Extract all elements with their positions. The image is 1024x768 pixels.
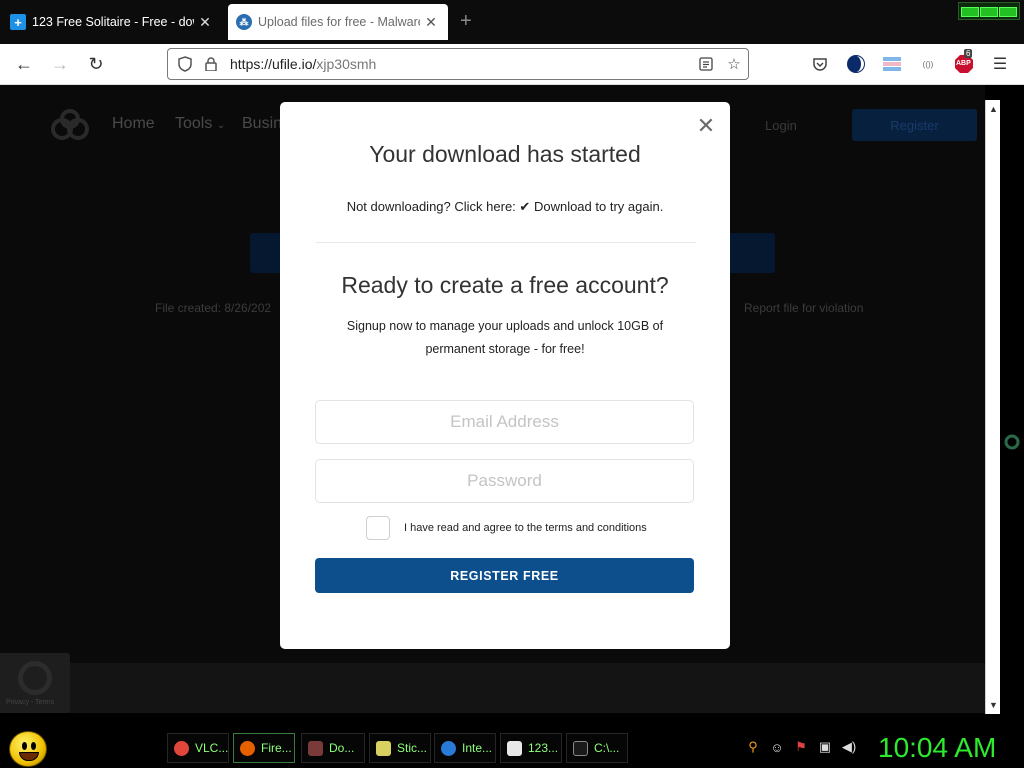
- tab-solitaire[interactable]: + 123 Free Solitaire - Free - downl ✕: [2, 4, 222, 40]
- minimize-icon[interactable]: [961, 7, 979, 17]
- taskbar-item-firefox[interactable]: Fire...: [233, 733, 295, 763]
- firefox-icon: [240, 740, 255, 756]
- ufile-favicon-icon: ⁂: [236, 14, 252, 30]
- taskbar-item-vlc[interactable]: VLC...: [167, 733, 229, 763]
- tab-strip: + 123 Free Solitaire - Free - downl ✕ ⁂ …: [0, 0, 1024, 44]
- divider: [316, 242, 696, 243]
- document-icon: [308, 740, 323, 756]
- taskbar-item-7zip[interactable]: C:\...: [566, 733, 628, 763]
- url-host: https://ufile.io/: [230, 56, 317, 72]
- maximize-icon[interactable]: [980, 7, 998, 17]
- task-label: Fire...: [261, 741, 292, 755]
- download-modal: ✕ Your download has started Not download…: [280, 102, 730, 649]
- task-label: C:\...: [594, 741, 620, 755]
- chevron-down-icon: ⌄: [216, 120, 226, 131]
- taskbar: VLC... Fire... Do... Stic... Inte... 123…: [0, 728, 1024, 768]
- task-label: VLC...: [195, 741, 229, 755]
- tracking-shield-icon[interactable]: [172, 56, 198, 72]
- nav-tools[interactable]: Tools ⌄: [175, 115, 225, 133]
- volume-icon[interactable]: ◀): [840, 738, 858, 756]
- solitaire-favicon-icon: +: [10, 14, 26, 30]
- sticky-notes-icon: [376, 740, 391, 756]
- recaptcha-icon: [18, 661, 52, 695]
- task-label: Do...: [329, 741, 355, 755]
- url-text[interactable]: https://ufile.io/xjp30smh: [224, 56, 692, 72]
- retry-link-label: Download to try again.: [533, 199, 664, 214]
- tab-ufile[interactable]: ⁂ Upload files for free - MalwareB ✕: [228, 4, 448, 40]
- nav-business[interactable]: Busin: [242, 115, 282, 133]
- nav-register-button[interactable]: Register: [852, 109, 977, 141]
- taskbar-item-sticky-notes[interactable]: Stic...: [369, 733, 431, 763]
- close-tab-icon[interactable]: ✕: [198, 14, 212, 31]
- taskbar-item-internet-explorer[interactable]: Inte...: [434, 733, 496, 763]
- task-label: 123...: [528, 741, 559, 755]
- back-icon[interactable]: ←: [12, 52, 36, 76]
- navigation-toolbar: ← → ↻ https://ufile.io/xjp30smh ☆ (()) A…: [0, 44, 1024, 85]
- close-tab-icon[interactable]: ✕: [424, 14, 438, 31]
- clock[interactable]: 10:04 AM: [878, 732, 996, 764]
- footer-band: [0, 663, 985, 713]
- ufile-logo-icon: [51, 109, 89, 140]
- window-controls[interactable]: [958, 2, 1020, 20]
- close-icon[interactable]: ✕: [696, 115, 716, 137]
- nav-login[interactable]: Login: [765, 118, 797, 133]
- page-scrollbar[interactable]: ▲ ▼: [985, 100, 1000, 714]
- scroll-up-icon[interactable]: ▲: [986, 102, 1001, 116]
- search-icon[interactable]: ⚲: [744, 738, 762, 756]
- start-button-smiley-icon[interactable]: [9, 731, 47, 767]
- url-path: xjp30smh: [316, 56, 377, 72]
- nav-home[interactable]: Home: [112, 115, 155, 133]
- email-field[interactable]: [315, 400, 694, 444]
- hamburger-menu-icon[interactable]: ☰: [990, 54, 1010, 74]
- bookmark-star-icon[interactable]: ☆: [720, 55, 748, 73]
- task-label: Stic...: [397, 741, 428, 755]
- lock-icon[interactable]: [198, 57, 224, 71]
- signup-description: Signup now to manage your uploads and un…: [346, 319, 664, 356]
- scroll-down-icon[interactable]: ▼: [986, 698, 1001, 712]
- tab-title: Upload files for free - MalwareB: [258, 15, 420, 29]
- terms-label: I have read and agree to the terms and c…: [404, 522, 647, 534]
- network-icon[interactable]: ▣: [816, 738, 834, 756]
- reader-view-icon[interactable]: [692, 57, 720, 71]
- dark-reader-icon[interactable]: [846, 54, 866, 74]
- register-free-button[interactable]: REGISTER FREE: [315, 558, 694, 593]
- terms-checkbox[interactable]: [366, 516, 390, 540]
- retry-prefix: Not downloading? Click here:: [346, 199, 516, 214]
- forward-icon[interactable]: →: [48, 52, 72, 76]
- close-window-icon[interactable]: [999, 7, 1017, 17]
- modal-title: Your download has started: [369, 141, 641, 167]
- report-file-link[interactable]: Report file for violation: [744, 301, 863, 315]
- terms-agreement: I have read and agree to the terms and c…: [366, 516, 647, 540]
- internet-explorer-icon: [441, 740, 456, 756]
- recaptcha-terms: Privacy - Terms: [6, 699, 55, 706]
- address-bar[interactable]: https://ufile.io/xjp30smh ☆: [167, 48, 749, 80]
- translate-extension-icon[interactable]: [882, 54, 902, 74]
- reload-icon[interactable]: ↻: [84, 52, 108, 76]
- pocket-icon[interactable]: [810, 54, 830, 74]
- file-created-text: File created: 8/26/202: [155, 301, 272, 315]
- retry-text: Not downloading? Click here: ✔ Download …: [280, 199, 730, 215]
- taskbar-item-document[interactable]: Do...: [301, 733, 365, 763]
- 7zip-icon: [573, 740, 588, 756]
- tab-title: 123 Free Solitaire - Free - downl: [32, 15, 194, 29]
- signup-heading: Ready to create a free account?: [341, 272, 669, 298]
- nav-tools-label: Tools: [175, 115, 213, 132]
- adblock-label: ABP: [956, 60, 971, 67]
- extension-icon[interactable]: (()): [918, 54, 938, 74]
- chrome-icon: [174, 740, 189, 756]
- checkmark-icon: ✔: [519, 199, 531, 214]
- new-tab-icon[interactable]: +: [460, 10, 472, 33]
- messenger-icon[interactable]: ☺: [768, 738, 786, 756]
- task-label: Inte...: [462, 741, 493, 755]
- flag-icon[interactable]: ⚑: [792, 738, 810, 756]
- recaptcha-badge[interactable]: Privacy - Terms: [0, 653, 70, 713]
- right-gutter: [1000, 85, 1024, 728]
- adblock-plus-icon[interactable]: ABP 6: [954, 49, 974, 74]
- retry-download-link[interactable]: ✔ Download to try again.: [519, 199, 663, 214]
- adblock-badge: 6: [964, 49, 973, 58]
- taskbar-item-solitaire[interactable]: 123...: [500, 733, 562, 763]
- cards-icon: [507, 740, 522, 756]
- password-field[interactable]: [315, 459, 694, 503]
- desktop-gear-icon: [1004, 434, 1020, 450]
